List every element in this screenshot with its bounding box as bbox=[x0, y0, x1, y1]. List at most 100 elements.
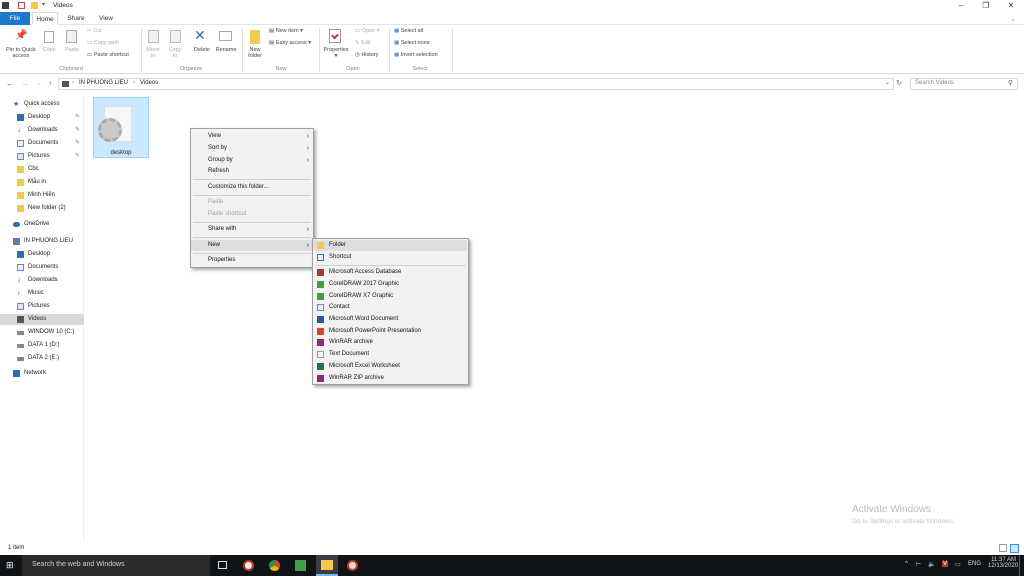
new-item-button[interactable]: ▤ New item ▾ bbox=[269, 28, 303, 34]
nav-pc-documents[interactable]: Documents bbox=[0, 262, 84, 273]
language-indicator[interactable]: ENG bbox=[968, 561, 981, 567]
taskbar-search-box[interactable]: Search the web and Windows bbox=[22, 555, 210, 576]
antivirus-tray-icon[interactable]: V bbox=[942, 561, 949, 567]
search-box[interactable]: Search Videos ⚲ bbox=[910, 78, 1018, 90]
address-bar[interactable]: › IN PHUONG LIEU › Videos ⌄ bbox=[58, 78, 894, 90]
new-item-coreldraw-x7[interactable]: CorelDRAW X7 Graphic bbox=[313, 291, 467, 302]
new-folder-button[interactable]: New folder bbox=[243, 47, 267, 59]
menu-item-properties[interactable]: Properties bbox=[191, 255, 313, 266]
nav-desktop[interactable]: Desktop ✎ bbox=[0, 112, 84, 123]
file-item[interactable]: desktop bbox=[93, 97, 149, 158]
menu-item-sort-by[interactable]: Sort by › bbox=[191, 143, 313, 154]
new-item-coreldraw-2017[interactable]: CorelDRAW 2017 Graphic bbox=[313, 279, 467, 290]
select-all-button[interactable]: ▦ Select all bbox=[394, 28, 423, 34]
new-item-contact[interactable]: Contact bbox=[313, 302, 467, 313]
network-tray-icon[interactable]: ⊢ bbox=[916, 561, 921, 568]
properties-button[interactable]: Properties ▾ bbox=[320, 47, 352, 59]
nav-downloads[interactable]: ↓ Downloads ✎ bbox=[0, 125, 84, 136]
nav-documents[interactable]: Documents ✎ bbox=[0, 138, 84, 149]
taskbar-search-input[interactable]: Search the web and Windows bbox=[32, 561, 125, 568]
new-item-winrar-zip[interactable]: WinRAR ZIP archive bbox=[313, 373, 467, 384]
recent-locations-button[interactable]: ⌄ bbox=[34, 78, 44, 90]
maximize-button[interactable]: ❐ bbox=[975, 0, 997, 12]
nav-pc-desktop[interactable]: Desktop bbox=[0, 249, 84, 260]
task-view-icon[interactable] bbox=[212, 555, 234, 576]
easy-access-button[interactable]: ▤ Easy access ▾ bbox=[269, 40, 311, 46]
menu-item-paste[interactable]: Paste bbox=[191, 197, 313, 208]
nav-pc-pictures[interactable]: Pictures bbox=[0, 301, 84, 312]
open-button[interactable]: ▭ Open ▾ bbox=[355, 28, 380, 34]
menu-item-customize-folder[interactable]: Customize this folder... bbox=[191, 182, 313, 193]
new-item-word-document[interactable]: Microsoft Word Document bbox=[313, 314, 467, 325]
nav-pictures[interactable]: Pictures ✎ bbox=[0, 151, 84, 162]
menu-item-refresh[interactable]: Refresh bbox=[191, 166, 313, 177]
coreldraw-taskbar-icon[interactable] bbox=[290, 555, 312, 576]
new-item-excel-worksheet[interactable]: Microsoft Excel Worksheet bbox=[313, 361, 467, 372]
search-input[interactable]: Search Videos bbox=[915, 80, 954, 86]
paste-shortcut-button[interactable]: ▭ Paste shortcut bbox=[87, 52, 129, 58]
tab-file[interactable]: File bbox=[0, 12, 30, 25]
nav-pc-music[interactable]: ♪ Music bbox=[0, 288, 84, 299]
minimize-button[interactable]: – bbox=[950, 0, 972, 12]
delete-button[interactable]: Delete bbox=[190, 47, 214, 53]
nav-drive-d[interactable]: DATA 1 (D:) bbox=[0, 340, 84, 351]
details-view-icon[interactable] bbox=[999, 544, 1007, 552]
new-item-powerpoint[interactable]: Microsoft PowerPoint Presentation bbox=[313, 326, 467, 337]
message-tray-icon[interactable]: ▭ bbox=[955, 561, 961, 568]
new-item-winrar-archive[interactable]: WinRAR archive bbox=[313, 337, 467, 348]
new-item-shortcut[interactable]: Shortcut bbox=[313, 252, 467, 263]
nav-this-pc[interactable]: IN PHUONG LIEU bbox=[0, 236, 84, 247]
nav-pc-videos[interactable]: Videos bbox=[0, 314, 84, 325]
edit-button[interactable]: ✎ Edit bbox=[355, 40, 371, 46]
nav-folder-minh-hien[interactable]: Minh Hiền bbox=[0, 190, 84, 201]
select-none-button[interactable]: ▦ Select none bbox=[394, 40, 430, 46]
chrome-icon[interactable] bbox=[264, 555, 286, 576]
quick-access-new-folder-icon[interactable] bbox=[31, 2, 38, 9]
tab-share[interactable]: Share bbox=[62, 12, 90, 25]
menu-item-share-with[interactable]: Share with › bbox=[191, 224, 313, 235]
menu-item-view[interactable]: View › bbox=[191, 131, 313, 142]
tray-overflow-icon[interactable]: ^ bbox=[905, 561, 908, 567]
move-to-button[interactable]: Move to bbox=[144, 47, 162, 59]
copy-button[interactable]: Copy bbox=[40, 47, 58, 53]
menu-item-paste-shortcut[interactable]: Paste shortcut bbox=[191, 209, 313, 220]
copy-to-button[interactable]: Copy to bbox=[166, 47, 184, 59]
app-icon-1[interactable] bbox=[238, 555, 260, 576]
quick-access-dropdown-icon[interactable]: ▾ bbox=[42, 2, 49, 9]
clock[interactable]: 11:37 AM 12/13/2020 bbox=[988, 557, 1018, 569]
back-button[interactable]: ← bbox=[5, 78, 15, 90]
file-explorer-taskbar-icon[interactable] bbox=[316, 555, 338, 576]
search-icon[interactable]: ⚲ bbox=[1008, 79, 1013, 87]
nav-network[interactable]: Network bbox=[0, 368, 84, 379]
refresh-icon[interactable]: ↻ bbox=[894, 78, 904, 90]
large-icons-view-icon[interactable] bbox=[1010, 544, 1019, 553]
nav-drive-e[interactable]: DATA 2 (E:) bbox=[0, 353, 84, 364]
new-item-text-document[interactable]: Text Document bbox=[313, 349, 467, 360]
app-icon-2[interactable] bbox=[342, 555, 364, 576]
volume-icon[interactable]: 🔈 bbox=[928, 561, 935, 568]
tab-view[interactable]: View bbox=[93, 12, 119, 25]
breadcrumb-videos[interactable]: Videos bbox=[140, 80, 158, 86]
nav-drive-c[interactable]: WINDOW 10 (C:) bbox=[0, 327, 84, 338]
menu-item-new[interactable]: New › bbox=[191, 240, 313, 251]
cut-button[interactable]: ✂ Cut bbox=[87, 28, 102, 34]
breadcrumb-pc[interactable]: IN PHUONG LIEU bbox=[79, 80, 128, 86]
nav-onedrive[interactable]: OneDrive bbox=[0, 219, 84, 230]
ribbon-expand-icon[interactable]: ⌄ bbox=[1010, 15, 1016, 23]
nav-folder-cbc[interactable]: Cbc bbox=[0, 164, 84, 175]
nav-folder-new-folder-2[interactable]: New folder (2) bbox=[0, 203, 84, 214]
show-desktop-button[interactable] bbox=[1019, 555, 1024, 576]
forward-button[interactable]: → bbox=[20, 78, 30, 90]
close-button[interactable]: ✕ bbox=[1000, 0, 1022, 12]
new-item-folder[interactable]: Folder bbox=[313, 240, 467, 251]
address-dropdown-icon[interactable]: ⌄ bbox=[885, 79, 890, 86]
copy-path-button[interactable]: ▭ Copy path bbox=[87, 40, 119, 46]
quick-access-properties-icon[interactable] bbox=[18, 2, 25, 9]
menu-item-group-by[interactable]: Group by › bbox=[191, 155, 313, 166]
nav-quick-access[interactable]: ★ Quick access bbox=[0, 99, 84, 110]
tab-home[interactable]: Home bbox=[32, 12, 58, 25]
history-button[interactable]: ◷ History bbox=[355, 52, 378, 58]
nav-pc-downloads[interactable]: ↓ Downloads bbox=[0, 275, 84, 286]
pin-to-quick-access-button[interactable]: Pin to Quick access bbox=[2, 47, 40, 59]
invert-selection-button[interactable]: ▦ Invert selection bbox=[394, 52, 438, 58]
